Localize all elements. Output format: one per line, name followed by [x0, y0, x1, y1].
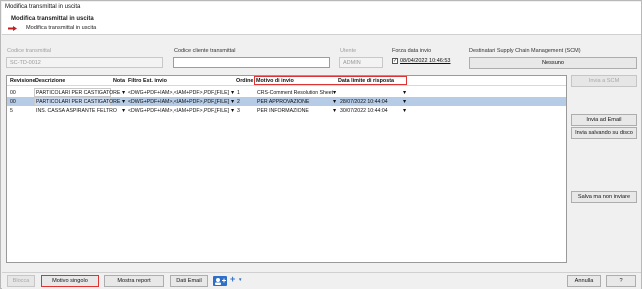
cell-motivo: PER APPROVAZIONE	[257, 98, 310, 105]
data-dropdown-icon[interactable]: ▼	[402, 108, 407, 114]
utente-label: Utente	[340, 48, 357, 54]
window-title: Modifica transmittal in uscita	[2, 2, 641, 13]
cell-descrizione: PARTICOLARI PER CASTIGATORE	[36, 98, 121, 105]
table-row[interactable]: 00 PARTICOLARI PER CASTIGATORE ▼ <DWG+PD…	[7, 97, 566, 106]
plus-icon[interactable]: +	[230, 274, 235, 284]
chevron-down-icon[interactable]: ▼	[238, 277, 242, 282]
filtro-dropdown-icon[interactable]: ▼	[230, 108, 235, 114]
cell-data: 30/07/2022 10:44:04	[340, 107, 388, 114]
cell-motivo: PER INFORMAZIONE	[257, 107, 309, 114]
cell-revisione: 5	[10, 107, 13, 114]
nota-dropdown-icon[interactable]: ▼	[121, 108, 126, 114]
data-dropdown-icon[interactable]: ▼	[402, 90, 407, 96]
annulla-button[interactable]: Annulla	[567, 275, 601, 287]
grid-header: Revisione Descrizione Nota Filtro Est. i…	[7, 76, 566, 86]
cell-ordine: 1	[237, 89, 240, 96]
cell-filtro: <DWG+PDF+IAM>,<IAM+PDF>,PDF,[FILE]	[128, 89, 230, 96]
col-filtro[interactable]: Filtro Est. invio	[128, 78, 167, 84]
blocca-button[interactable]: Blocca	[7, 275, 35, 287]
cell-ordine: 2	[237, 98, 240, 105]
salva-non-inviare-button[interactable]: Salva ma non inviare	[571, 191, 637, 203]
motivo-singolo-button[interactable]: Motivo singolo	[41, 275, 99, 287]
invia-scm-button[interactable]: Invia a SCM	[571, 75, 637, 87]
scm-label: Destinatari Supply Chain Management (SCM…	[469, 48, 581, 54]
dialog-window: Modifica transmittal in uscita Modifica …	[0, 0, 642, 289]
filtro-dropdown-icon[interactable]: ▼	[230, 90, 235, 96]
cell-motivo: CRS-Comment Resolution Sheet	[257, 89, 334, 96]
table-row[interactable]: 5 INS. CASSA ASPIRANTE FELTRO ▼ <DWG+PDF…	[7, 106, 566, 115]
cell-revisione: 00	[10, 89, 16, 96]
cell-filtro: <DWG+PDF+IAM>,<IAM+PDF>,PDF,[FILE]	[128, 98, 230, 105]
invia-salvando-button[interactable]: Invia salvando su disco	[571, 127, 637, 139]
help-button[interactable]: ?	[606, 275, 636, 287]
cell-descrizione: INS. CASSA ASPIRANTE FELTRO	[36, 107, 117, 114]
table-row[interactable]: 00 PARTICOLARI PER CASTIGATORE ▼ <DWG+PD…	[7, 88, 566, 97]
invia-email-button[interactable]: Invia ad Email	[571, 114, 637, 126]
codice-cliente-field[interactable]	[173, 57, 330, 68]
utente-field[interactable]: ADMIN	[339, 57, 383, 68]
forza-data-checkbox[interactable]: ✓	[392, 58, 398, 64]
cell-data: 28/07/2022 10:44:04	[340, 98, 388, 105]
header-title: Modifica transmittal in uscita	[11, 16, 94, 22]
header-banner: Modifica transmittal in uscita Modifica …	[2, 13, 641, 35]
codice-label: Codice transmittal	[7, 48, 52, 54]
nota-dropdown-icon[interactable]: ▼	[121, 90, 126, 96]
highlight-motivo-data	[254, 76, 407, 85]
forza-data-value[interactable]: 08/04/2022 10:46:53	[400, 58, 450, 64]
nota-dropdown-icon[interactable]: ▼	[121, 99, 126, 105]
col-descrizione[interactable]: Descrizione	[35, 78, 65, 84]
cell-revisione: 00	[10, 98, 16, 105]
codice-cliente-label: Codice cliente transmittal	[174, 48, 236, 54]
arrow-right-icon	[8, 26, 17, 31]
data-dropdown-icon[interactable]: ▼	[402, 99, 407, 105]
col-nota[interactable]: Nota	[113, 78, 125, 84]
bottom-toolbar: Blocca Motivo singolo Mostra report Dati…	[2, 272, 641, 289]
scm-select-button[interactable]: Nessuno	[469, 57, 637, 69]
cell-ordine: 3	[237, 107, 240, 114]
forza-data-label: Forza data invio	[392, 48, 432, 54]
codice-field[interactable]: SC-TD-0012	[6, 57, 163, 68]
dati-email-button[interactable]: Dati Email	[170, 275, 208, 287]
col-ordine[interactable]: Ordine	[236, 78, 253, 84]
col-revisione[interactable]: Revisione	[10, 78, 35, 84]
motivo-dropdown-icon[interactable]: ▼	[332, 90, 337, 96]
documents-grid: Revisione Descrizione Nota Filtro Est. i…	[6, 75, 567, 263]
motivo-dropdown-icon[interactable]: ▼	[332, 99, 337, 105]
add-user-icon[interactable]	[213, 276, 229, 286]
cell-descrizione: PARTICOLARI PER CASTIGATORE	[36, 89, 121, 96]
motivo-dropdown-icon[interactable]: ▼	[332, 108, 337, 114]
header-subtitle: Modifica transmittal in uscita	[26, 25, 97, 31]
cell-filtro: <DWG+PDF+IAM>,<IAM+PDF>,PDF,[FILE]	[128, 107, 230, 114]
mostra-report-button[interactable]: Mostra report	[104, 275, 164, 287]
filtro-dropdown-icon[interactable]: ▼	[230, 99, 235, 105]
